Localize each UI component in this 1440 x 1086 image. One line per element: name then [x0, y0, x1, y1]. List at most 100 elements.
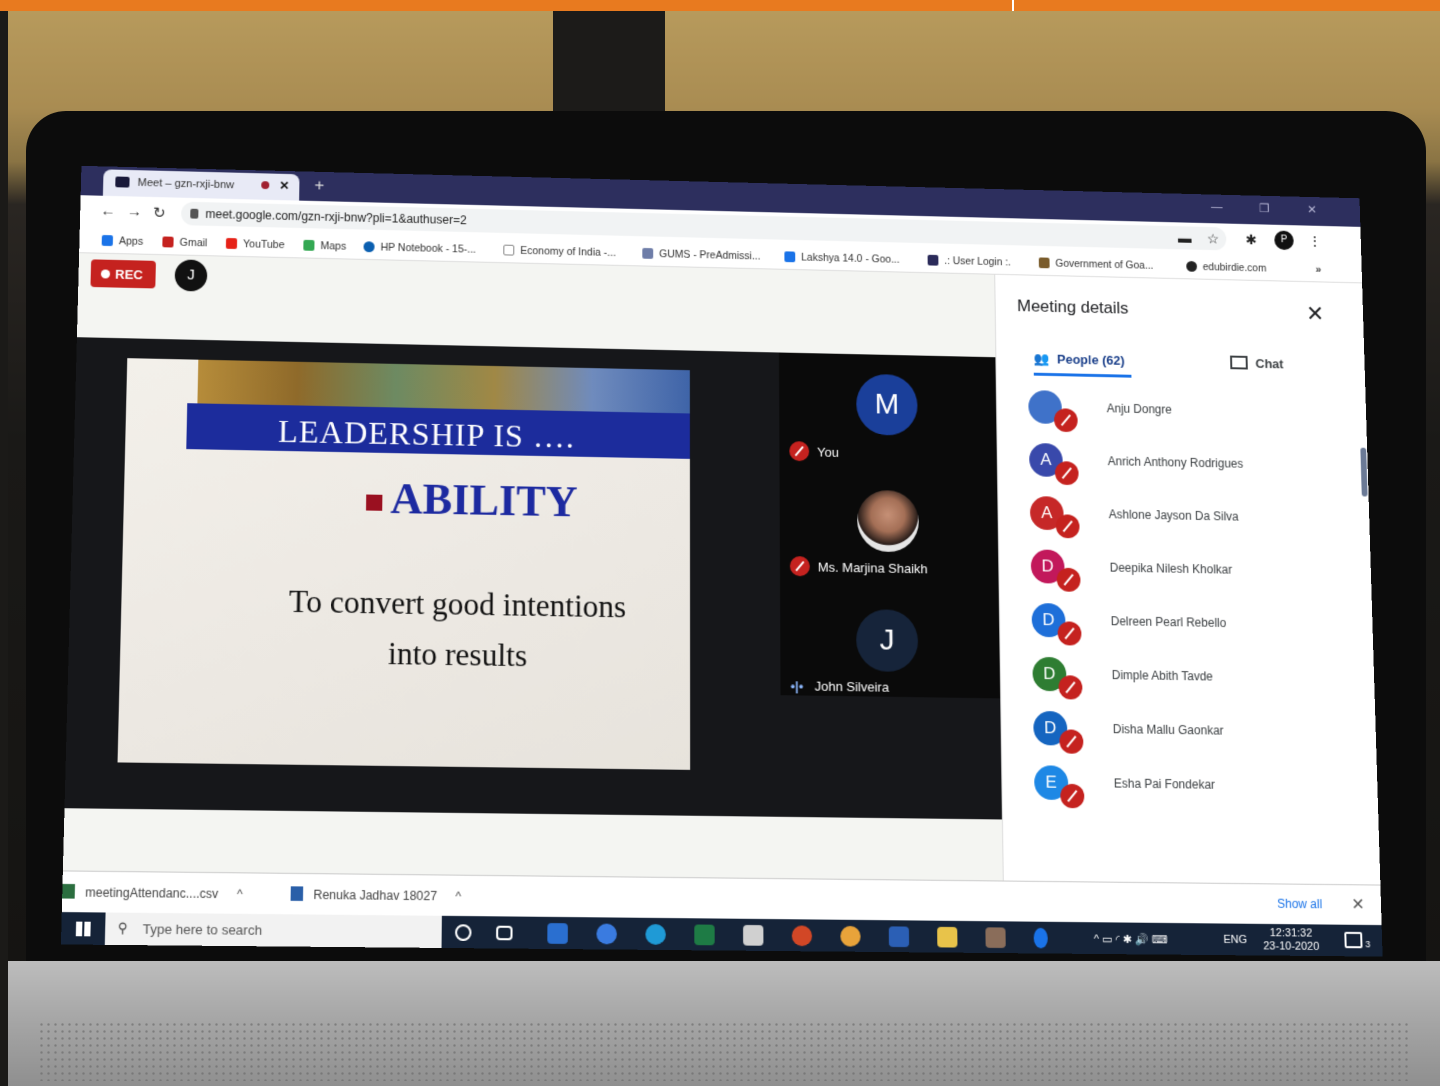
bookmark-economy-of-india[interactable]: Economy of India -...: [503, 245, 616, 259]
chrome-icon[interactable]: [840, 926, 860, 947]
reload-icon[interactable]: ↻: [153, 204, 166, 222]
person-name: Deepika Nilesh Kholkar: [1110, 561, 1233, 577]
cortana-icon[interactable]: [455, 924, 472, 941]
slide-title: LEADERSHIP IS ….: [278, 413, 575, 456]
bookmark-youtube[interactable]: YouTube: [226, 238, 285, 251]
store-icon[interactable]: [743, 925, 763, 946]
tray-icons[interactable]: ^ ▭ ◜ ✱ 🔊 ⌨: [1094, 932, 1168, 946]
mic-off-icon: [1054, 408, 1078, 432]
tab-title: Meet – gzn-rxji-bnw: [137, 177, 234, 191]
tile-label: Ms. Marjina Shaikh: [790, 556, 928, 578]
tile-avatar: J: [856, 609, 918, 672]
list-item[interactable]: D Dimple Abith Tavde: [1000, 646, 1375, 706]
tab-chat[interactable]: Chat: [1230, 356, 1284, 372]
file-explorer-icon[interactable]: [937, 927, 957, 948]
active-tab-indicator: [1034, 373, 1132, 378]
maps-icon: [303, 240, 314, 251]
powerpoint-icon[interactable]: [792, 925, 812, 946]
list-item[interactable]: A Ashlone Jayson Da Silva: [998, 486, 1371, 546]
tab-close-icon[interactable]: ✕: [279, 179, 289, 193]
bookmark-government-of-goa[interactable]: Government of Goa...: [1039, 257, 1154, 271]
slide-body-line: To convert good intentions: [244, 576, 670, 633]
meet-footer: [63, 808, 1003, 880]
people-list: Anju Dongre A Anrich Anthony Rodrigues A…: [997, 380, 1382, 883]
chevron-up-icon[interactable]: ^: [237, 887, 243, 902]
mic-off-icon: [1057, 568, 1081, 592]
chevron-up-icon[interactable]: ^: [455, 889, 461, 904]
mic-off-icon: [1055, 461, 1079, 485]
window-close-icon[interactable]: ✕: [1307, 203, 1317, 217]
camera-icon[interactable]: ▬: [1178, 230, 1192, 246]
participant-avatar[interactable]: J: [174, 259, 207, 291]
globe-icon[interactable]: [596, 924, 616, 945]
word-icon[interactable]: [889, 926, 909, 947]
close-icon[interactable]: ✕: [1306, 301, 1324, 326]
person-name: Disha Mallu Gaonkar: [1113, 722, 1224, 738]
task-view-icon[interactable]: [496, 926, 513, 941]
edge-icon[interactable]: [645, 924, 665, 945]
forward-icon[interactable]: →: [127, 203, 143, 220]
bluetooth-icon[interactable]: [1034, 928, 1048, 949]
bookmarks-overflow-icon[interactable]: »: [1315, 264, 1321, 276]
menu-dots-icon[interactable]: ⋮: [1308, 233, 1322, 250]
slide-body-line: into results: [243, 626, 670, 683]
list-item[interactable]: Anju Dongre: [997, 380, 1368, 440]
meet-favicon-icon: [115, 176, 129, 187]
tab-people[interactable]: 👥 People (62): [1033, 351, 1124, 369]
wikipedia-icon: [503, 245, 514, 256]
bookmark-maps[interactable]: Maps: [303, 240, 346, 253]
restore-icon[interactable]: ❐: [1259, 201, 1270, 215]
apps-grid-icon: [102, 235, 113, 246]
gmail-icon: [162, 236, 173, 247]
bookmark-hp-notebook[interactable]: HP Notebook - 15-...: [363, 241, 476, 255]
youtube-icon: [226, 238, 237, 249]
bookmark-lakshya[interactable]: Lakshya 14.0 - Goo...: [784, 251, 899, 265]
system-clock[interactable]: 12:31:32 23-10-2020: [1263, 927, 1320, 954]
profile-avatar[interactable]: P: [1274, 230, 1294, 250]
minimize-icon[interactable]: —: [1211, 200, 1223, 214]
notification-count: 3: [1365, 939, 1370, 949]
notification-center-icon[interactable]: [1344, 932, 1362, 948]
presentation-slide: LEADERSHIP IS …. ABILITY To convert good…: [118, 358, 691, 770]
person-name: Dimple Abith Tavde: [1112, 668, 1213, 684]
excel-icon[interactable]: [694, 924, 714, 945]
close-icon[interactable]: ✕: [1351, 894, 1365, 914]
windows-start-icon[interactable]: [76, 922, 91, 937]
bookmark-gmail[interactable]: Gmail: [162, 236, 207, 249]
hp-icon: [363, 241, 374, 252]
list-item[interactable]: D Deepika Nilesh Kholkar: [999, 539, 1373, 599]
bookmark-apps[interactable]: Apps: [102, 235, 144, 248]
back-icon[interactable]: ←: [100, 203, 116, 220]
extensions-icon[interactable]: ✱: [1245, 232, 1257, 249]
tile-label: You: [789, 441, 839, 462]
mail-app-icon[interactable]: [547, 923, 568, 944]
participant-photo: [857, 490, 919, 553]
person-name: Anrich Anthony Rodrigues: [1108, 454, 1244, 470]
accent-divider: [1012, 0, 1014, 11]
excel-file-icon: [62, 884, 75, 899]
list-item[interactable]: D Disha Mallu Gaonkar: [1001, 700, 1377, 759]
bookmark-star-icon[interactable]: ☆: [1207, 231, 1220, 248]
slide-bullet-icon: [366, 495, 382, 511]
download-item-csv[interactable]: meetingAttendanc....csv ^: [62, 884, 243, 901]
laptop-screen: Meet – gzn-rxji-bnw ✕ + — ❐ ✕ ← → ↻ meet…: [61, 166, 1383, 957]
bookmark-gums[interactable]: GUMS - PreAdmissi...: [642, 248, 760, 262]
gums-icon: [642, 248, 653, 259]
new-tab-icon[interactable]: +: [314, 176, 324, 196]
bookmark-edubirdie[interactable]: edubirdie.com: [1186, 261, 1266, 274]
slide-headline: ABILITY: [390, 473, 578, 527]
record-dot-icon: [101, 269, 110, 278]
photo-app-icon[interactable]: [985, 927, 1005, 948]
bookmark-user-login[interactable]: .: User Login :.: [928, 255, 1011, 269]
search-input[interactable]: ⚲ Type here to search: [105, 912, 442, 947]
language-indicator[interactable]: ENG: [1223, 934, 1247, 946]
list-item[interactable]: D Delreen Pearl Rebello: [1000, 593, 1375, 653]
download-item-file[interactable]: Renuka Jadhav 18027 ^: [291, 886, 462, 903]
mic-off-icon: [790, 556, 810, 576]
people-icon: 👥: [1033, 351, 1053, 367]
meeting-details-panel: Meeting details ✕ 👥 People (62) Chat Anju…: [994, 275, 1380, 885]
show-all-button[interactable]: Show all: [1277, 897, 1322, 912]
slide-body: To convert good intentions into results: [243, 576, 670, 684]
list-item[interactable]: A Anrich Anthony Rodrigues: [997, 433, 1369, 493]
list-item[interactable]: E Esha Pai Fondekar: [1002, 755, 1379, 814]
